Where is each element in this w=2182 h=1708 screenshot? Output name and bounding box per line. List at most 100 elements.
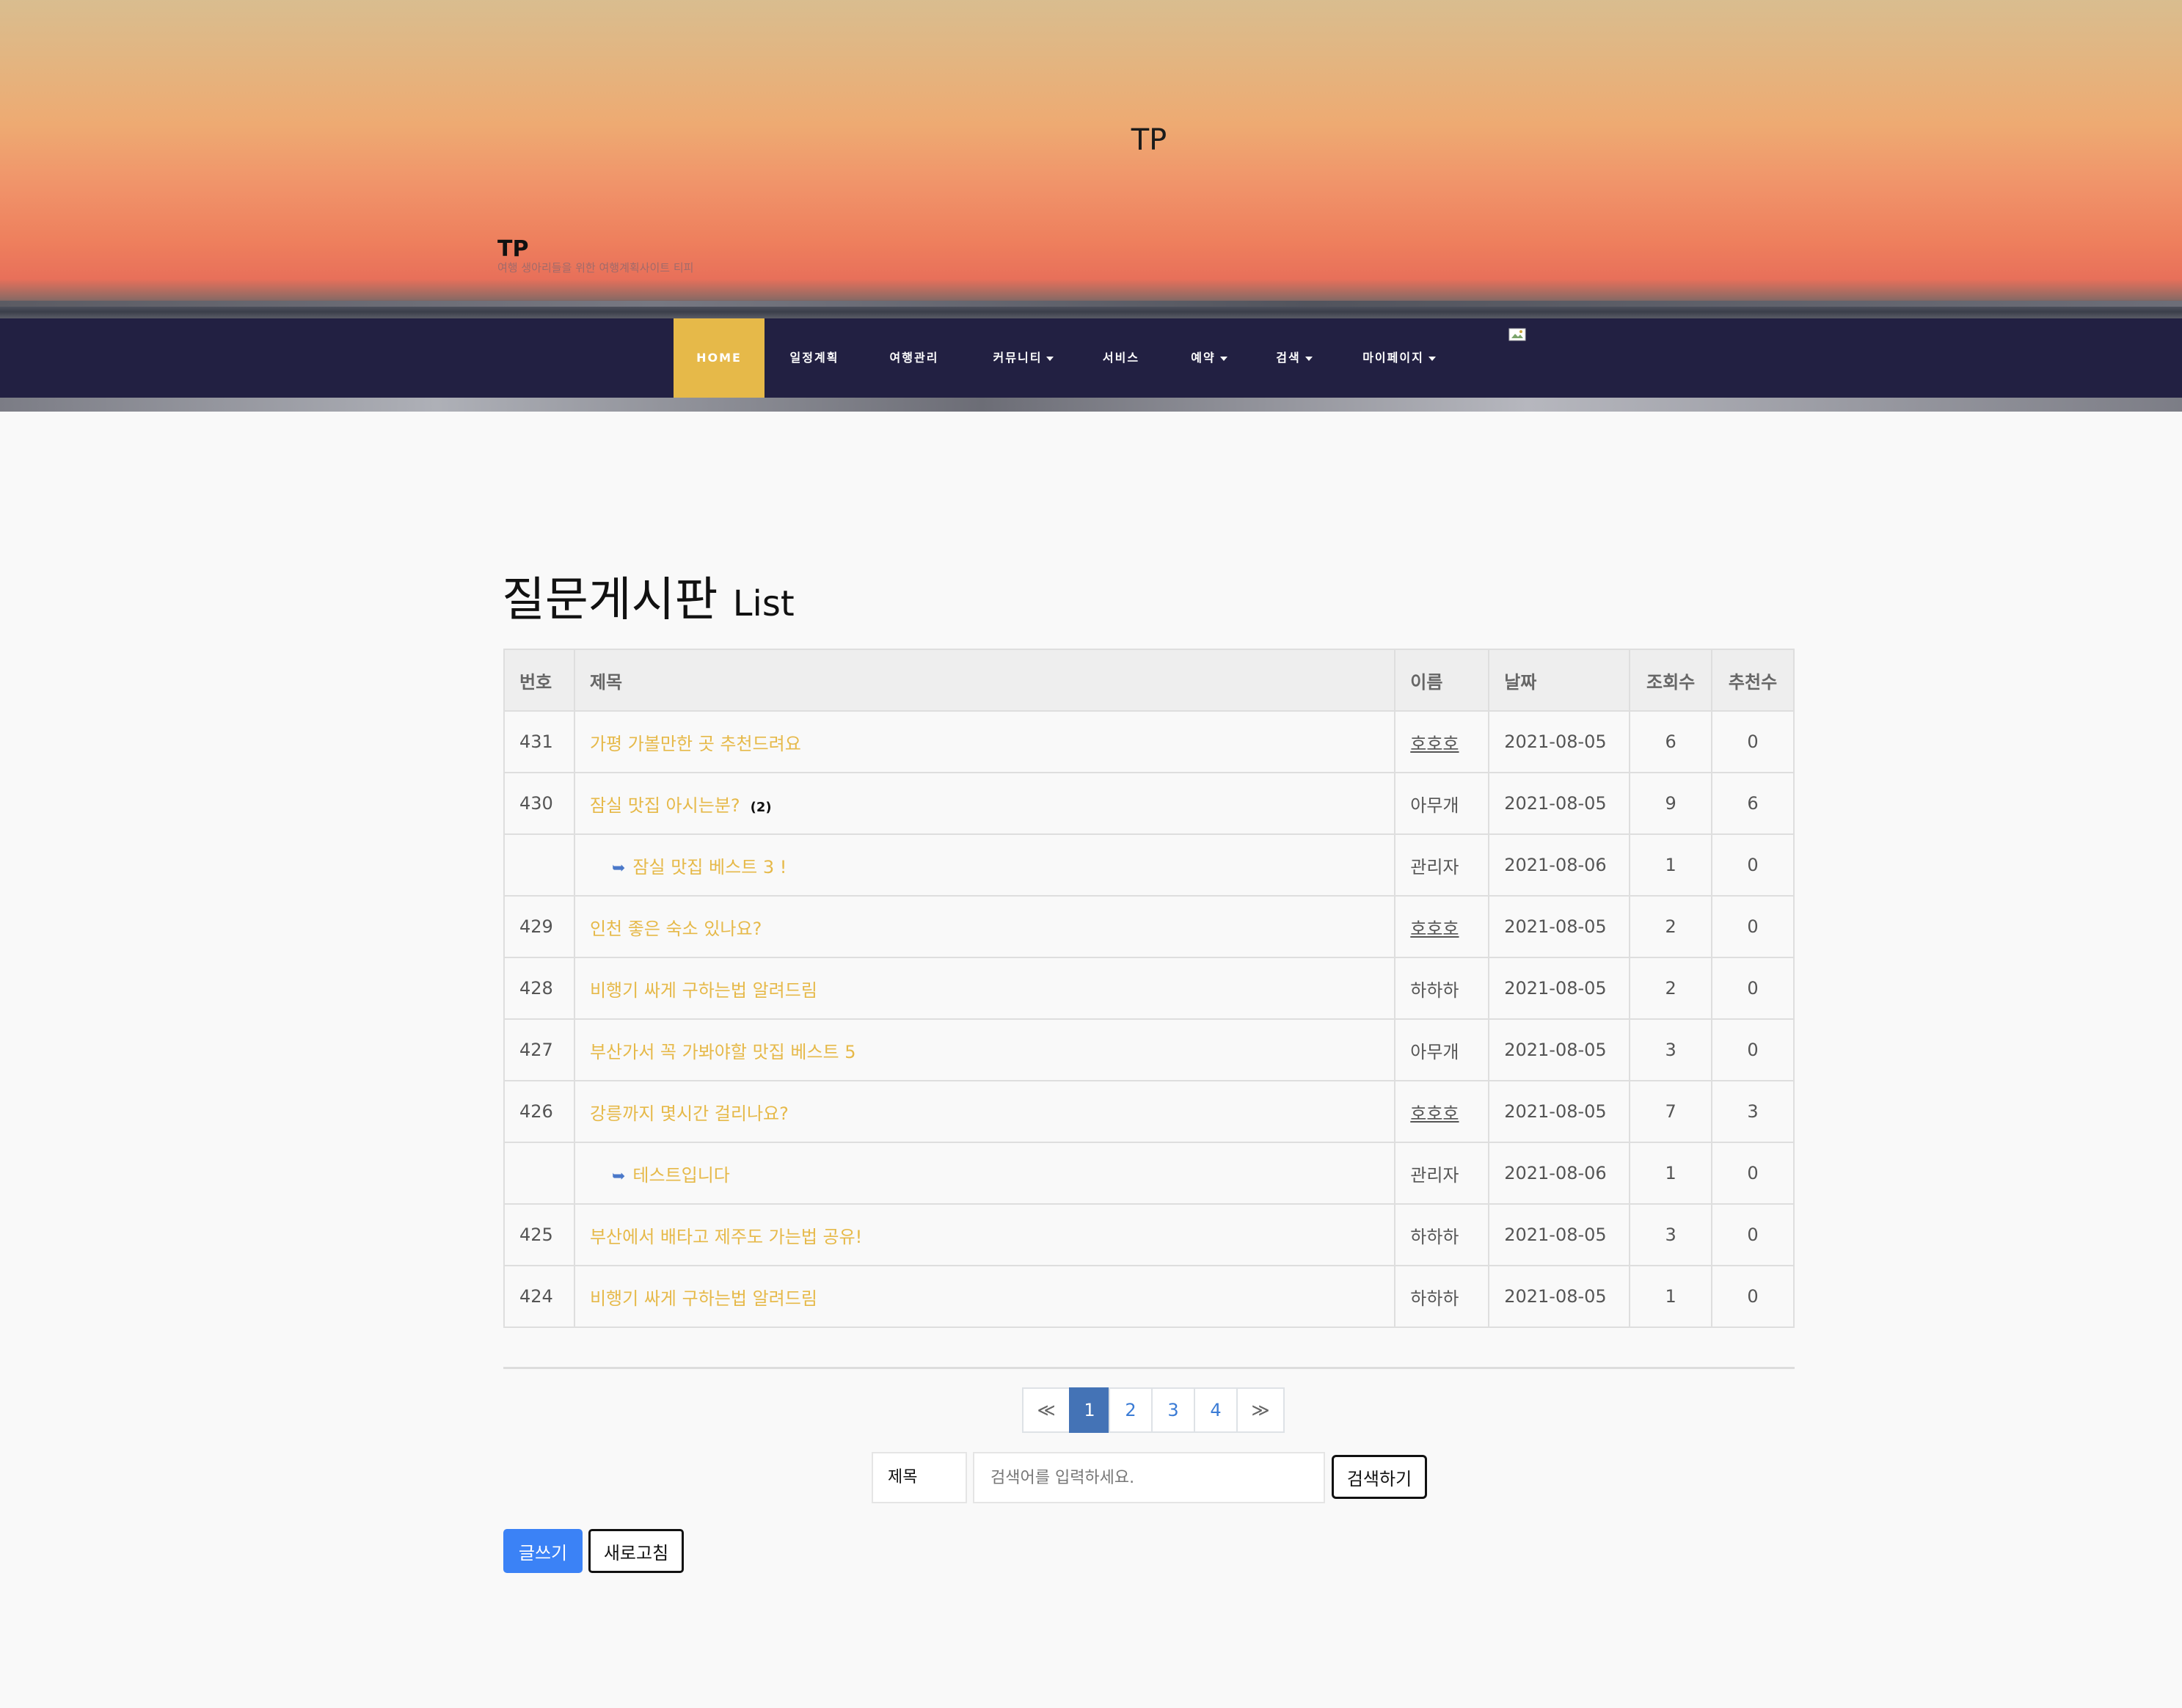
search-button[interactable]: 검색하기 — [1332, 1455, 1427, 1499]
table-row[interactable]: 428 비행기 싸게 구하는법 알려드림 하하하 2021-08-05 2 0 — [503, 957, 1795, 1020]
chevron-down-icon — [1428, 356, 1436, 361]
page-next-button[interactable]: ≫ — [1236, 1387, 1285, 1433]
page-prev-button[interactable]: ≪ — [1022, 1387, 1070, 1433]
cell-likes: 0 — [1711, 1203, 1795, 1266]
double-chevron-left-icon: ≪ — [1037, 1400, 1056, 1420]
table-row[interactable]: 424 비행기 싸게 구하는법 알려드림 하하하 2021-08-05 1 0 — [503, 1265, 1795, 1328]
chevron-down-icon — [1305, 356, 1313, 361]
author-name: 관리자 — [1410, 856, 1459, 877]
post-title-link[interactable]: 부산에서 배타고 제주도 가는법 공유! — [590, 1227, 862, 1247]
search-field-select[interactable]: 제목 — [872, 1452, 967, 1503]
cell-likes: 0 — [1711, 1142, 1795, 1205]
post-title-link[interactable]: 부산가서 꼭 가봐야할 맛집 베스트 5 — [590, 1042, 856, 1062]
author-name[interactable]: 호호호 — [1410, 734, 1459, 754]
page-button-2[interactable]: 2 — [1109, 1387, 1153, 1433]
reply-arrow-icon: ➥ — [611, 858, 626, 877]
author-name: 아무개 — [1410, 795, 1459, 816]
cell-likes: 0 — [1711, 895, 1795, 958]
cell-title: ➥ 테스트입니다 — [573, 1142, 1396, 1205]
cell-likes: 6 — [1711, 772, 1795, 835]
reply-arrow-icon: ➥ — [611, 1167, 626, 1186]
table-row[interactable]: 425 부산에서 배타고 제주도 가는법 공유! 하하하 2021-08-05 3 0 — [503, 1203, 1795, 1266]
table-row[interactable]: 427 부산가서 꼭 가봐야할 맛집 베스트 5 아무개 2021-08-05 3 0 — [503, 1018, 1795, 1081]
brand[interactable]: TP 여행 생아리들을 위한 여행계획사이트 티피 — [497, 236, 693, 274]
post-title-link[interactable]: 인천 좋은 숙소 있나요? — [590, 919, 762, 939]
table-row[interactable]: ➥ 테스트입니다 관리자 2021-08-06 1 0 — [503, 1142, 1795, 1205]
cell-views: 2 — [1629, 957, 1713, 1020]
column-header-number[interactable]: 번호 — [503, 649, 575, 712]
board-title-suffix: List — [732, 583, 795, 624]
table-body: 431 가평 가볼만한 곳 추천드려요 호호호 2021-08-05 6 0 430 잠실 맛… — [503, 710, 1795, 1328]
nav-service[interactable]: 서비스 — [1092, 318, 1150, 398]
cell-date: 2021-08-05 — [1488, 1203, 1631, 1266]
nav-search[interactable]: 검색 — [1265, 318, 1324, 398]
post-title-link[interactable]: 잠실 맛집 베스트 3 ! — [632, 857, 787, 877]
cell-views: 3 — [1629, 1018, 1713, 1081]
nav-reservation[interactable]: 예약 — [1180, 318, 1238, 398]
cell-likes: 0 — [1711, 957, 1795, 1020]
cell-date: 2021-08-05 — [1488, 1080, 1631, 1143]
page-button-1[interactable]: 1 — [1069, 1387, 1110, 1433]
author-name[interactable]: 호호호 — [1410, 919, 1459, 939]
nav-home[interactable]: HOME — [674, 318, 765, 398]
cell-name: 아무개 — [1394, 1018, 1490, 1081]
brand-title[interactable]: TP — [497, 236, 693, 263]
cell-number: 427 — [503, 1018, 575, 1081]
cell-number: 425 — [503, 1203, 575, 1266]
cell-number: 428 — [503, 957, 575, 1020]
nav-community[interactable]: 커뮤니티 — [980, 318, 1067, 398]
cell-name: 관리자 — [1394, 1142, 1490, 1205]
refresh-button[interactable]: 새로고침 — [588, 1529, 684, 1573]
column-header-title[interactable]: 제목 — [573, 649, 1396, 712]
cell-title: 강릉까지 몇시간 걸리나요? — [573, 1080, 1396, 1143]
table-row[interactable]: ➥ 잠실 맛집 베스트 3 ! 관리자 2021-08-06 1 0 — [503, 833, 1795, 897]
cell-number: 429 — [503, 895, 575, 958]
cell-number: 431 — [503, 710, 575, 773]
cell-date: 2021-08-06 — [1488, 833, 1631, 897]
horizon-strip — [0, 301, 2182, 307]
column-header-views[interactable]: 조회수 — [1629, 649, 1713, 712]
nav-travel-manage[interactable]: 여행관리 — [873, 318, 955, 398]
cell-name: 하하하 — [1394, 1203, 1490, 1266]
nav-schedule-plan[interactable]: 일정계획 — [773, 318, 855, 398]
post-title-link[interactable]: 비행기 싸게 구하는법 알려드림 — [590, 980, 817, 1001]
table-row[interactable]: 426 강릉까지 몇시간 걸리나요? 호호호 2021-08-05 7 3 — [503, 1080, 1795, 1143]
cell-views: 3 — [1629, 1203, 1713, 1266]
double-chevron-right-icon: ≫ — [1251, 1400, 1270, 1420]
broken-image-icon[interactable] — [1508, 328, 1528, 343]
cell-title: 잠실 맛집 아시는분? (2) — [573, 772, 1396, 835]
column-header-likes[interactable]: 추천수 — [1711, 649, 1795, 712]
table-row[interactable]: 430 잠실 맛집 아시는분? (2) 아무개 2021-08-05 9 6 — [503, 772, 1795, 835]
cell-number: 426 — [503, 1080, 575, 1143]
column-header-date[interactable]: 날짜 — [1488, 649, 1631, 712]
nav-mypage[interactable]: 마이페이지 — [1354, 318, 1444, 398]
cell-number — [503, 1142, 575, 1205]
post-title-link[interactable]: 가평 가볼만한 곳 추천드려요 — [590, 734, 801, 754]
column-header-name[interactable]: 이름 — [1394, 649, 1490, 712]
cell-views: 7 — [1629, 1080, 1713, 1143]
write-button[interactable]: 글쓰기 — [503, 1529, 583, 1573]
page-button-3[interactable]: 3 — [1151, 1387, 1195, 1433]
post-title-link[interactable]: 비행기 싸게 구하는법 알려드림 — [590, 1288, 817, 1309]
search-input[interactable] — [973, 1452, 1325, 1503]
cell-likes: 0 — [1711, 710, 1795, 773]
chevron-down-icon — [1219, 356, 1227, 361]
cell-name: 하하하 — [1394, 957, 1490, 1020]
table-row[interactable]: 431 가평 가볼만한 곳 추천드려요 호호호 2021-08-05 6 0 — [503, 710, 1795, 773]
nav-label: 검색 — [1276, 351, 1301, 365]
author-name[interactable]: 호호호 — [1410, 1103, 1459, 1124]
nav-label: 마이페이지 — [1362, 351, 1424, 365]
table-header-row: 번호 제목 이름 날짜 조회수 추천수 — [503, 649, 1795, 712]
cell-date: 2021-08-06 — [1488, 1142, 1631, 1205]
cell-number: 424 — [503, 1265, 575, 1328]
post-title-link[interactable]: 테스트입니다 — [632, 1165, 729, 1186]
comment-count-badge: (2) — [750, 799, 772, 815]
cell-date: 2021-08-05 — [1488, 1018, 1631, 1081]
nav-label: 서비스 — [1102, 351, 1140, 365]
page-button-4[interactable]: 4 — [1194, 1387, 1238, 1433]
author-name: 아무개 — [1410, 1041, 1459, 1062]
post-title-link[interactable]: 강릉까지 몇시간 걸리나요? — [590, 1103, 789, 1124]
table-row[interactable]: 429 인천 좋은 숙소 있나요? 호호호 2021-08-05 2 0 — [503, 895, 1795, 958]
post-title-link[interactable]: 잠실 맛집 아시는분? — [590, 795, 740, 816]
cell-name: 호호호 — [1394, 1080, 1490, 1143]
